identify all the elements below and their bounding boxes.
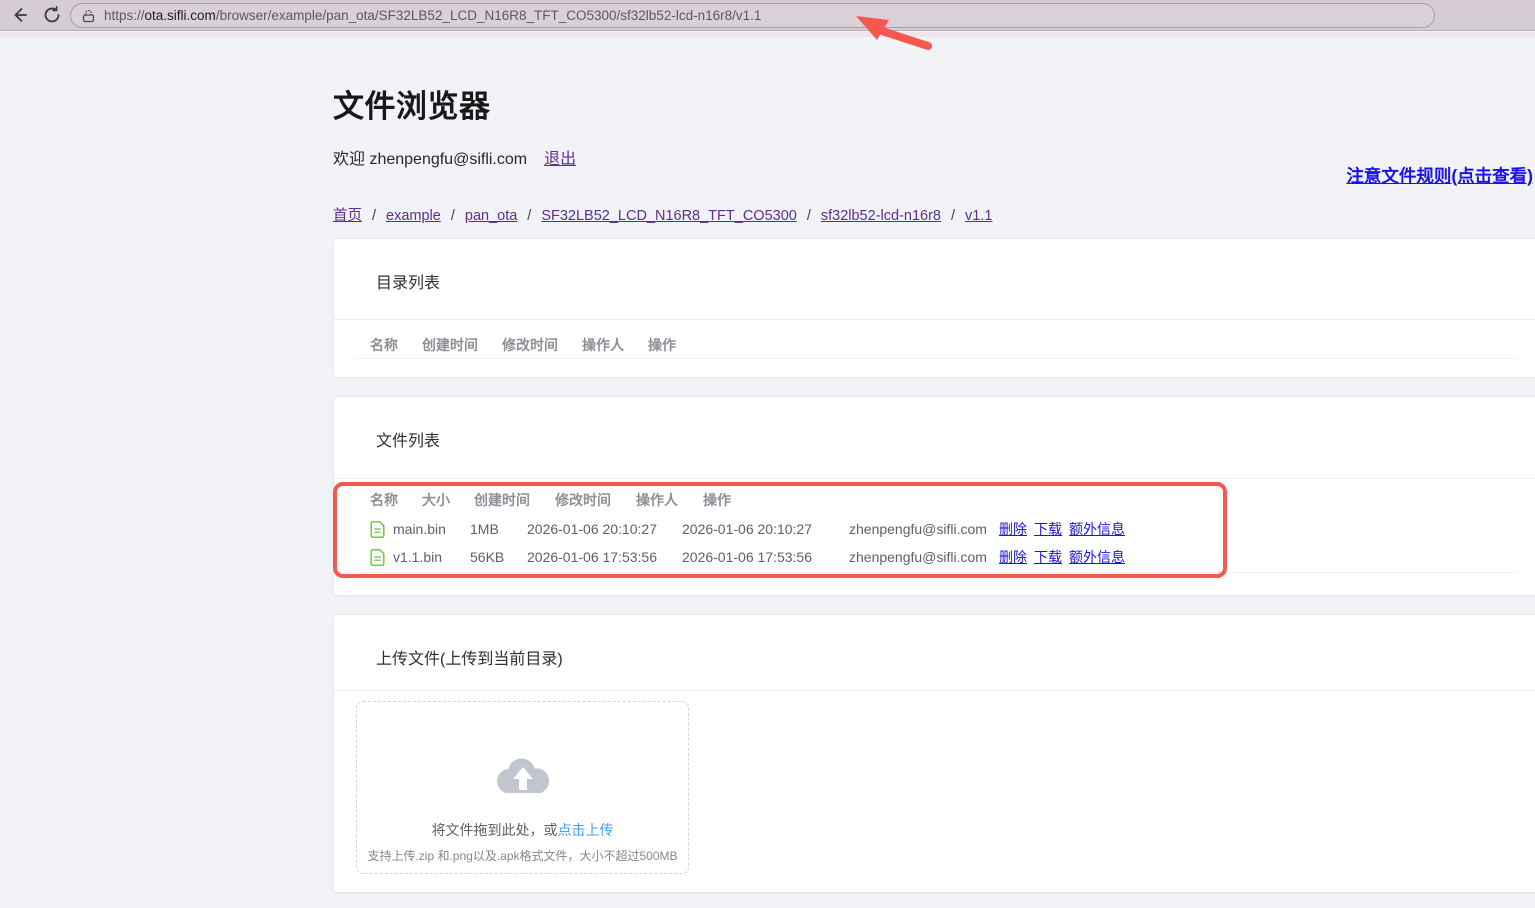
extra-info-link[interactable]: 额外信息 xyxy=(1069,519,1125,539)
file-modified: 2026-01-06 20:10:27 xyxy=(682,521,849,537)
download-link[interactable]: 下载 xyxy=(1034,547,1062,567)
table-bottom-border xyxy=(354,572,1518,573)
file-list-title: 文件列表 xyxy=(376,427,440,451)
welcome-line: 欢迎 zhenpengfu@sifli.com 退出 xyxy=(333,145,576,169)
upload-tip: 支持上传.zip 和.png以及.apk格式文件，大小不超过500MB xyxy=(357,847,688,864)
col-created: 创建时间 xyxy=(422,335,478,355)
upload-title: 上传文件(上传到当前目录) xyxy=(376,645,563,669)
col-created: 创建时间 xyxy=(474,490,531,510)
col-name: 名称 xyxy=(370,335,398,355)
file-actions: 删除 下载 额外信息 xyxy=(999,519,1125,539)
file-created: 2026-01-06 20:10:27 xyxy=(527,521,682,537)
extra-info-link[interactable]: 额外信息 xyxy=(1069,547,1125,567)
logout-link[interactable]: 退出 xyxy=(544,151,576,168)
breadcrumb: 首页 / example / pan_ota / SF32LB52_LCD_N16R8_TF… xyxy=(333,204,992,225)
chrome-bottom-band xyxy=(0,32,1535,37)
back-icon[interactable] xyxy=(9,5,29,25)
upload-drag-text: 将文件拖到此处，或点击上传 xyxy=(357,820,688,840)
file-name: main.bin xyxy=(393,521,446,537)
directory-list-card: 目录列表 名称 创建时间 修改时间 操作人 操作 xyxy=(333,238,1535,378)
drag-text: 将文件拖到此处，或 xyxy=(432,822,558,838)
file-size: 1MB xyxy=(470,521,527,537)
breadcrumb-version[interactable]: v1.1 xyxy=(965,208,992,224)
breadcrumb-example[interactable]: example xyxy=(386,208,441,224)
file-name-cell: v1.1.bin xyxy=(370,549,470,566)
divider xyxy=(334,319,1535,320)
file-actions: 删除 下载 额外信息 xyxy=(999,547,1125,567)
page-body: 文件浏览器 欢迎 zhenpengfu@sifli.com 退出 注意文件规则(点… xyxy=(0,37,1535,908)
delete-link[interactable]: 删除 xyxy=(999,547,1027,567)
reload-icon[interactable] xyxy=(42,5,62,25)
col-modified: 修改时间 xyxy=(555,490,612,510)
file-modified: 2026-01-06 17:53:56 xyxy=(682,549,849,565)
file-name: v1.1.bin xyxy=(393,549,442,565)
url-domain: ota.sifli.com xyxy=(145,8,216,23)
file-size: 56KB xyxy=(470,549,527,565)
breadcrumb-separator: / xyxy=(951,208,955,224)
col-actions: 操作 xyxy=(703,490,731,510)
upload-card: 上传文件(上传到当前目录) 将文件拖到此处，或点击上传 支持上传.zip 和.p… xyxy=(333,614,1535,893)
directory-list-title: 目录列表 xyxy=(376,269,440,293)
file-operator: zhenpengfu@sifli.com xyxy=(849,521,999,537)
address-bar[interactable]: https://ota.sifli.com/browser/example/pa… xyxy=(70,3,1435,28)
browser-toolbar: https://ota.sifli.com/browser/example/pa… xyxy=(0,0,1535,31)
col-size: 大小 xyxy=(422,490,450,510)
welcome-text: 欢迎 zhenpengfu@sifli.com xyxy=(333,151,527,168)
breadcrumb-pan-ota[interactable]: pan_ota xyxy=(465,208,517,224)
directory-table-header: 名称 创建时间 修改时间 操作人 操作 xyxy=(370,335,676,355)
breadcrumb-home[interactable]: 首页 xyxy=(333,208,362,224)
breadcrumb-project[interactable]: sf32lb52-lcd-n16r8 xyxy=(821,208,941,224)
delete-link[interactable]: 删除 xyxy=(999,519,1027,539)
col-actions: 操作 xyxy=(648,335,676,355)
url-text: https://ota.sifli.com/browser/example/pa… xyxy=(104,8,761,23)
breadcrumb-separator: / xyxy=(451,208,455,224)
breadcrumb-separator: / xyxy=(807,208,811,224)
file-operator: zhenpengfu@sifli.com xyxy=(849,549,999,565)
file-name-cell: main.bin xyxy=(370,521,470,538)
divider xyxy=(334,690,1535,691)
col-operator: 操作人 xyxy=(582,335,624,355)
upload-cloud-icon xyxy=(491,750,555,804)
breadcrumb-separator: / xyxy=(372,208,376,224)
lock-icon xyxy=(82,9,95,23)
file-table: 名称 大小 创建时间 修改时间 操作人 操作 main.bin 1MB 2026… xyxy=(370,485,1518,571)
page-title: 文件浏览器 xyxy=(333,81,491,126)
click-upload-link[interactable]: 点击上传 xyxy=(558,822,614,838)
table-bottom-border xyxy=(354,358,1518,359)
file-created: 2026-01-06 17:53:56 xyxy=(527,549,682,565)
file-table-header: 名称 大小 创建时间 修改时间 操作人 操作 xyxy=(370,485,1518,515)
file-icon xyxy=(370,549,385,566)
breadcrumb-separator: / xyxy=(527,208,531,224)
file-rules-notice-link[interactable]: 注意文件规则(点击查看) xyxy=(1346,163,1533,188)
breadcrumb-board[interactable]: SF32LB52_LCD_N16R8_TFT_CO5300 xyxy=(541,208,797,224)
download-link[interactable]: 下载 xyxy=(1034,519,1062,539)
divider xyxy=(334,478,1535,479)
url-path: /browser/example/pan_ota/SF32LB52_LCD_N1… xyxy=(216,8,762,23)
col-name: 名称 xyxy=(370,490,398,510)
file-list-card: 文件列表 名称 大小 创建时间 修改时间 操作人 操作 main.bin xyxy=(333,396,1535,596)
table-row: v1.1.bin 56KB 2026-01-06 17:53:56 2026-0… xyxy=(370,543,1518,571)
col-operator: 操作人 xyxy=(636,490,679,510)
url-protocol: https:// xyxy=(104,8,145,23)
file-icon xyxy=(370,521,385,538)
col-modified: 修改时间 xyxy=(502,335,558,355)
upload-dropzone[interactable]: 将文件拖到此处，或点击上传 支持上传.zip 和.png以及.apk格式文件，大… xyxy=(356,701,689,874)
table-row: main.bin 1MB 2026-01-06 20:10:27 2026-01… xyxy=(370,515,1518,543)
